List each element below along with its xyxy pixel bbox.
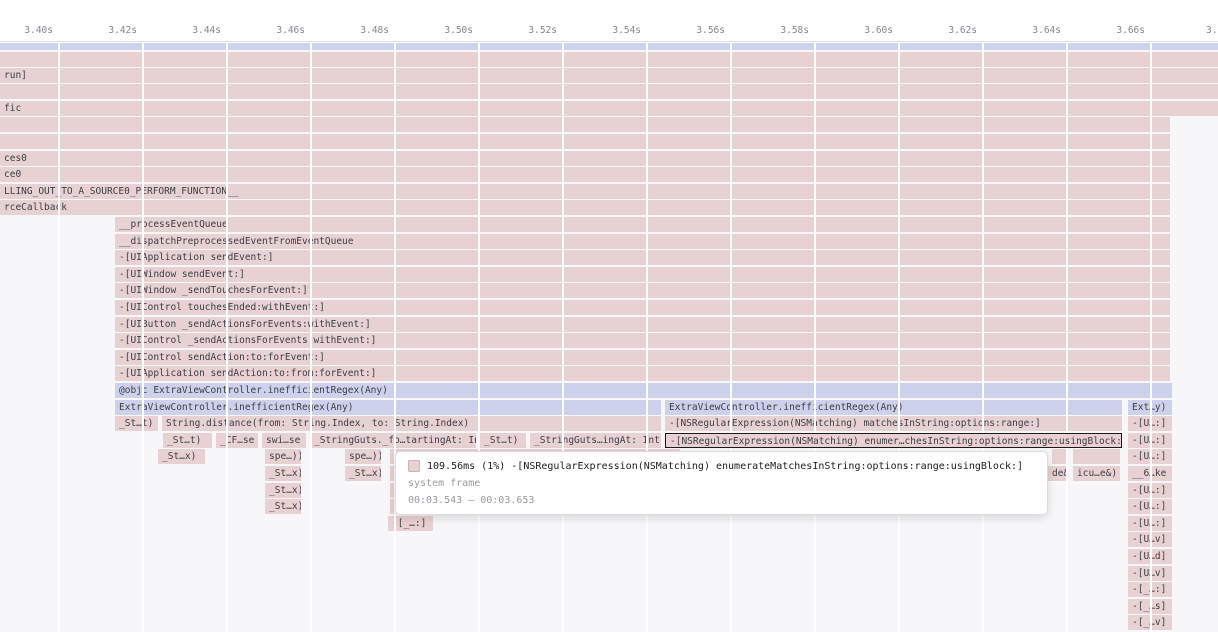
tooltip-title: 109.56ms (1%) -[NSRegularExpression(NSMa… bbox=[427, 461, 1023, 472]
stack-frame-bar[interactable]: -[UIApplication sendAction:to:from:forEv… bbox=[115, 366, 1170, 381]
stack-frame-bar[interactable]: -[UIWindow _sendTouchesForEvent:] bbox=[115, 283, 1170, 298]
stack-frame-bar[interactable]: _St…x) bbox=[265, 483, 301, 498]
stack-frame-bar[interactable]: ExtraViewController.inefficientRegex(Any… bbox=[665, 400, 1122, 415]
stack-frame-bar[interactable]: fic bbox=[0, 101, 1218, 116]
stack-frame-bar[interactable]: rceCallback bbox=[0, 200, 1170, 215]
time-gridline bbox=[1066, 43, 1068, 632]
stack-frame-bar[interactable]: _StringGuts…ingAt: Int) bbox=[530, 433, 661, 448]
stack-frame-bar[interactable]: -[NSRegularExpression(NSMatching) matche… bbox=[665, 416, 1122, 431]
stack-frame-bar-selected[interactable]: -[NSRegularExpression(NSMatching) enumer… bbox=[665, 433, 1122, 448]
stack-frame-bar[interactable] bbox=[0, 43, 1218, 50]
stack-frame-bar[interactable]: spe…)) bbox=[265, 449, 301, 464]
stack-frame-bar[interactable]: -[UIApplication sendEvent:] bbox=[115, 250, 1170, 265]
tooltip-time-range: 00:03.543 — 00:03.653 bbox=[408, 495, 1035, 506]
stack-frame-bar[interactable]: icu…e&) bbox=[1073, 466, 1120, 481]
stack-frame-bar[interactable]: _St…x) bbox=[158, 449, 205, 464]
stack-frame-bar[interactable]: _StringGuts._fo…tartingAt: Int) bbox=[310, 433, 476, 448]
stack-frame-bar[interactable]: __dispatchPreprocessedEventFromEventQueu… bbox=[115, 234, 1170, 249]
stack-frame-bar[interactable]: -[UIWindow sendEvent:] bbox=[115, 267, 1170, 282]
stack-frame-bar[interactable]: LLING_OUT_TO_A_SOURCE0_PERFORM_FUNCTION_… bbox=[0, 184, 1170, 199]
time-gridline bbox=[898, 43, 900, 632]
tooltip-frame-kind: system frame bbox=[408, 478, 1035, 489]
time-gridline bbox=[730, 43, 732, 632]
ruler-tick-label: 3.50s bbox=[409, 25, 473, 36]
stack-frame-bar[interactable]: swi…se bbox=[262, 433, 306, 448]
time-gridline bbox=[394, 43, 396, 632]
stack-frame-bar[interactable] bbox=[0, 52, 1218, 67]
stack-frame-bar[interactable]: ce0 bbox=[0, 167, 1170, 182]
stack-frame-bar[interactable]: -[UIControl _sendActionsForEvents:withEv… bbox=[115, 333, 1170, 348]
stack-frame-bar[interactable]: de&) bbox=[1048, 466, 1068, 481]
ruler-tick-label: 3.42s bbox=[73, 25, 137, 36]
time-gridline bbox=[226, 43, 228, 632]
ruler-tick-label-clipped: 3. bbox=[1206, 25, 1218, 36]
stack-frame-bar[interactable]: String.distance(from: String.Index, to: … bbox=[162, 416, 661, 431]
ruler-tick-label: 3.60s bbox=[829, 25, 893, 36]
ruler-tick-label: 3.52s bbox=[493, 25, 557, 36]
ruler-tick-label: 3.46s bbox=[241, 25, 305, 36]
hover-tooltip: 109.56ms (1%) -[NSRegularExpression(NSMa… bbox=[395, 451, 1048, 515]
stack-frame-bar[interactable]: @objc ExtraViewController.inefficientReg… bbox=[115, 383, 1172, 398]
category-color-swatch bbox=[408, 460, 420, 472]
stack-frame-bar[interactable]: _St…x) bbox=[345, 466, 381, 481]
ruler-tick-label: 3.64s bbox=[997, 25, 1061, 36]
stack-frame-bar[interactable]: _St…t) bbox=[480, 433, 526, 448]
ruler-tick-label: 3.54s bbox=[577, 25, 641, 36]
time-gridline bbox=[142, 43, 144, 632]
time-gridline bbox=[58, 43, 60, 632]
ruler-tick-label: 3.56s bbox=[661, 25, 725, 36]
stack-frame-bar[interactable]: run] bbox=[0, 68, 1218, 83]
ruler-tick-label: 3.66s bbox=[1081, 25, 1145, 36]
stack-frame-bar[interactable] bbox=[0, 117, 1170, 132]
stack-frame-bar[interactable]: -[UIButton _sendActionsForEvents:withEve… bbox=[115, 317, 1170, 332]
stack-frame-bar[interactable]: _St…t) bbox=[115, 416, 158, 431]
ruler-tick-label: 3.62s bbox=[913, 25, 977, 36]
stack-frame-bar[interactable]: ces0 bbox=[0, 151, 1170, 166]
ruler-tick-label: 3.58s bbox=[745, 25, 809, 36]
time-gridline bbox=[1150, 43, 1152, 632]
stack-frame-bar[interactable] bbox=[1073, 449, 1120, 464]
ruler-tick-label: 3.48s bbox=[325, 25, 389, 36]
time-gridline bbox=[562, 43, 564, 632]
ruler-tick-label: 3.44s bbox=[157, 25, 221, 36]
time-profiler-flame-chart: 3.40s 3.42s 3.44s 3.46s 3.48s 3.50s 3.52s 3.54s… bbox=[0, 0, 1218, 632]
stack-frame-bar[interactable] bbox=[0, 84, 1218, 99]
time-gridline bbox=[814, 43, 816, 632]
time-gridline bbox=[982, 43, 984, 632]
time-gridline bbox=[478, 43, 480, 632]
time-gridline bbox=[646, 43, 648, 632]
time-gridline bbox=[310, 43, 312, 632]
stack-frame-bar[interactable]: -[UIControl touchesEnded:withEvent:] bbox=[115, 300, 1170, 315]
stack-frame-bar[interactable]: ExtraViewController.inefficientRegex(Any… bbox=[115, 400, 661, 415]
stack-frame-bar[interactable]: -[UIControl sendAction:to:forEvent:] bbox=[115, 350, 1170, 365]
ruler-tick-label: 3.40s bbox=[0, 25, 53, 36]
stack-frame-bar[interactable]: _St…x) bbox=[265, 499, 301, 514]
time-ruler[interactable]: 3.40s 3.42s 3.44s 3.46s 3.48s 3.50s 3.52s 3.54s… bbox=[0, 0, 1218, 42]
stack-frame-bar[interactable]: __processEventQueue bbox=[115, 217, 1170, 232]
stack-frame-bar[interactable]: spe…)) bbox=[345, 449, 381, 464]
stack-frame-bar[interactable]: _CF…se bbox=[216, 433, 258, 448]
flame-chart-canvas: run] fic ces0ce0 LLING_OUT_TO_A_SOURCE0_PER… bbox=[0, 43, 1218, 632]
stack-frame-bar[interactable]: _St…t) bbox=[163, 433, 212, 448]
stack-frame-bar[interactable] bbox=[0, 134, 1170, 149]
stack-frame-bar[interactable]: _St…x) bbox=[265, 466, 301, 481]
